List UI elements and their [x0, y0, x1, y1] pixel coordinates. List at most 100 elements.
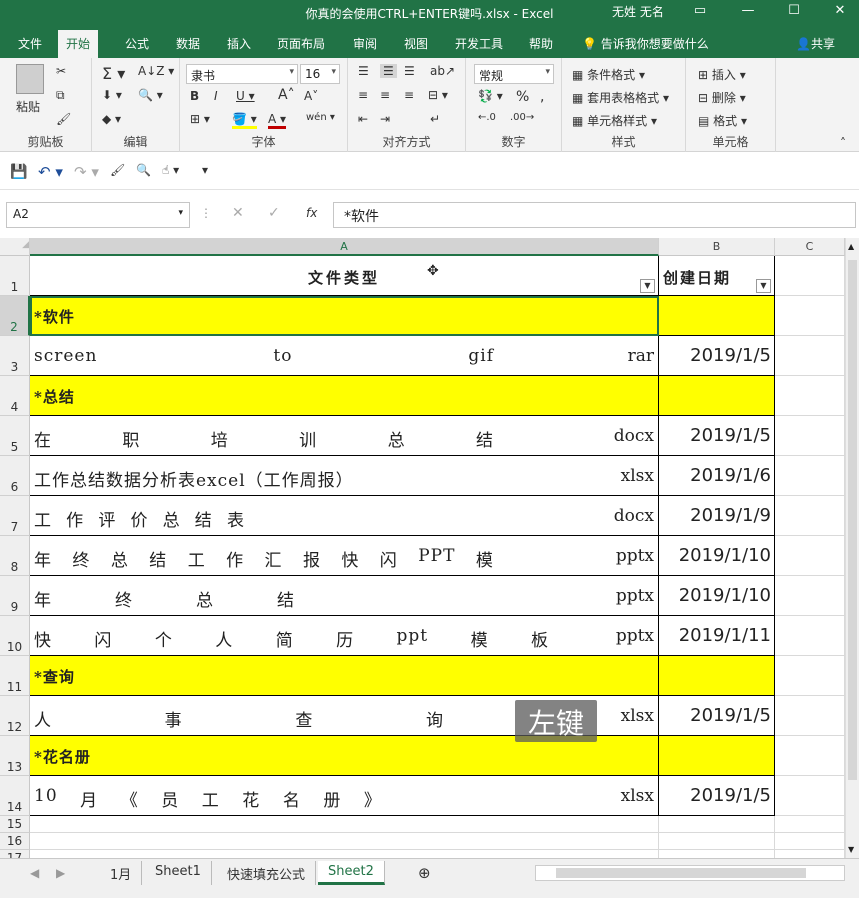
clear-icon[interactable]: ◆ ▾ — [102, 112, 121, 126]
ribbon-tab[interactable]: 数据 — [176, 35, 200, 52]
font-color-icon[interactable]: A ▾ — [268, 112, 287, 129]
sheet-tab[interactable]: 1月 — [100, 861, 143, 885]
enter-icon[interactable]: ✓ — [268, 205, 280, 221]
ribbon-tab[interactable]: 审阅 — [353, 35, 377, 52]
row-header[interactable]: 10 — [0, 616, 30, 656]
row-header[interactable]: 16 — [0, 833, 30, 850]
ribbon-tab[interactable]: 文件 — [18, 35, 42, 52]
row-header[interactable]: 13 — [0, 736, 30, 776]
ribbon-tab[interactable]: 视图 — [404, 35, 428, 52]
share-button[interactable]: 👤共享 — [796, 35, 835, 52]
paste-icon[interactable] — [16, 64, 44, 94]
cell-c7[interactable] — [775, 496, 845, 536]
scroll-thumb[interactable] — [848, 260, 857, 780]
cell-a7[interactable]: 工作评价总结表 docx — [30, 496, 659, 536]
currency-icon[interactable]: 💱 ▾ — [478, 89, 503, 103]
ribbon-tab[interactable]: 帮助 — [529, 35, 553, 52]
row-header[interactable]: 5 — [0, 416, 30, 456]
align-top-icon[interactable]: ☰ — [358, 64, 369, 78]
formula-input[interactable]: *软件 — [333, 202, 856, 228]
cell-b4[interactable] — [659, 376, 775, 416]
select-all-corner[interactable]: ◢ — [0, 238, 30, 256]
cell-c1[interactable] — [775, 256, 845, 296]
find-icon[interactable]: 🔍 ▾ — [138, 88, 163, 102]
align-middle-icon[interactable]: ☰ — [380, 64, 397, 78]
cell-b12[interactable]: 2019/1/5 — [659, 696, 775, 736]
orientation-icon[interactable]: ab↗ — [430, 64, 455, 78]
ribbon-display-icon[interactable]: ▭ — [690, 3, 710, 18]
copy-icon[interactable]: ⧉ — [56, 88, 65, 103]
row-header[interactable]: 7 — [0, 496, 30, 536]
cell-a8[interactable]: 年终总结工作汇报快闪 PPT 模 pptx — [30, 536, 659, 576]
scroll-up-icon[interactable]: ▲ — [848, 242, 854, 251]
cancel-icon[interactable]: ✕ — [232, 205, 244, 221]
ribbon-tab[interactable]: 公式 — [125, 35, 149, 52]
row-header[interactable]: 9 — [0, 576, 30, 616]
comma-button[interactable]: , — [540, 89, 544, 105]
cell-a9[interactable]: 年 终 总 结 pptx — [30, 576, 659, 616]
cell-c13[interactable] — [775, 736, 845, 776]
maximize-icon[interactable]: ☐ — [784, 3, 804, 18]
cell-b14[interactable]: 2019/1/5 — [659, 776, 775, 816]
cell-a15[interactable] — [30, 816, 659, 833]
wrap-text-icon[interactable]: ↵ — [430, 112, 440, 126]
cell-b17[interactable] — [659, 850, 775, 858]
ribbon-tab[interactable]: 开始 — [58, 30, 99, 58]
sheet-tab[interactable]: 快速填充公式 — [217, 861, 317, 885]
name-box[interactable]: A2 ▾ — [6, 202, 190, 228]
fill-icon[interactable]: ⬇ ▾ — [102, 88, 122, 102]
insert-function-button[interactable]: fx — [306, 206, 317, 220]
align-bottom-icon[interactable]: ☰ — [404, 64, 415, 78]
user-name[interactable]: 无姓 无名 — [612, 3, 664, 20]
cell-c14[interactable] — [775, 776, 845, 816]
cell-c12[interactable] — [775, 696, 845, 736]
horizontal-scrollbar[interactable] — [535, 865, 845, 881]
cell-a16[interactable] — [30, 833, 659, 850]
cell-a13[interactable]: *花名册 — [30, 736, 659, 776]
cell-c16[interactable] — [775, 833, 845, 850]
vertical-scrollbar[interactable]: ▲ ▼ — [845, 238, 859, 858]
format-button[interactable]: ▤ 格式 ▾ — [698, 112, 747, 129]
cell-a5[interactable]: 在 职 培 训 总 结 docx — [30, 416, 659, 456]
ribbon-tab[interactable]: 插入 — [227, 35, 251, 52]
cell-b5[interactable]: 2019/1/5 — [659, 416, 775, 456]
cell-b3[interactable]: 2019/1/5 — [659, 336, 775, 376]
cell-b13[interactable] — [659, 736, 775, 776]
sheet-next-icon[interactable]: ▶ — [56, 866, 65, 880]
border-icon[interactable]: ⊞ ▾ — [190, 112, 210, 126]
add-sheet-icon[interactable]: ⊕ — [418, 864, 431, 882]
cell-b1[interactable]: 创建日期 ▼ — [659, 256, 775, 296]
row-header[interactable]: 14 — [0, 776, 30, 816]
phonetic-icon[interactable]: wén ▾ — [306, 112, 335, 123]
align-left-icon[interactable]: ≡ — [358, 88, 368, 102]
decrease-indent-icon[interactable]: ⇤ — [358, 112, 368, 126]
tell-me-search[interactable]: 💡 告诉我你想要做什么 — [582, 35, 709, 52]
customize-qat-icon[interactable]: ▾ — [202, 163, 208, 177]
increase-indent-icon[interactable]: ⇥ — [380, 112, 390, 126]
cell-a2[interactable]: *软件 — [30, 296, 659, 336]
cell-c15[interactable] — [775, 816, 845, 833]
italic-button[interactable]: I — [214, 89, 218, 103]
bold-button[interactable]: B — [190, 89, 199, 103]
row-header[interactable]: 12 — [0, 696, 30, 736]
cell-c10[interactable] — [775, 616, 845, 656]
cell-a14[interactable]: 10 月 《 员 工 花 名 册 》 xlsx — [30, 776, 659, 816]
row-header[interactable]: 17 — [0, 850, 30, 858]
column-header[interactable]: B — [659, 238, 775, 256]
number-format-select[interactable]: 常规 ▾ — [474, 64, 554, 84]
cell-a11[interactable]: *查询 — [30, 656, 659, 696]
undo-icon[interactable]: ↶ ▾ — [38, 163, 63, 181]
cell-c6[interactable] — [775, 456, 845, 496]
sort-icon[interactable]: A↓Z ▾ — [138, 64, 174, 78]
paste-button[interactable]: 粘贴 — [16, 98, 40, 115]
collapse-ribbon-icon[interactable]: ˄ — [840, 136, 846, 150]
save-icon[interactable]: 💾 — [10, 164, 27, 180]
row-header[interactable]: 3 — [0, 336, 30, 376]
row-header[interactable]: 1 — [0, 256, 30, 296]
sheet-tab[interactable]: Sheet1 — [145, 861, 212, 885]
cell-b15[interactable] — [659, 816, 775, 833]
autosum-icon[interactable]: Σ ▾ — [102, 64, 125, 83]
font-name-select[interactable]: 隶书 ▾ — [186, 64, 298, 84]
format-painter-qat-icon[interactable]: 🖌 — [110, 163, 125, 177]
sheet-tab[interactable]: Sheet2 — [318, 861, 385, 885]
